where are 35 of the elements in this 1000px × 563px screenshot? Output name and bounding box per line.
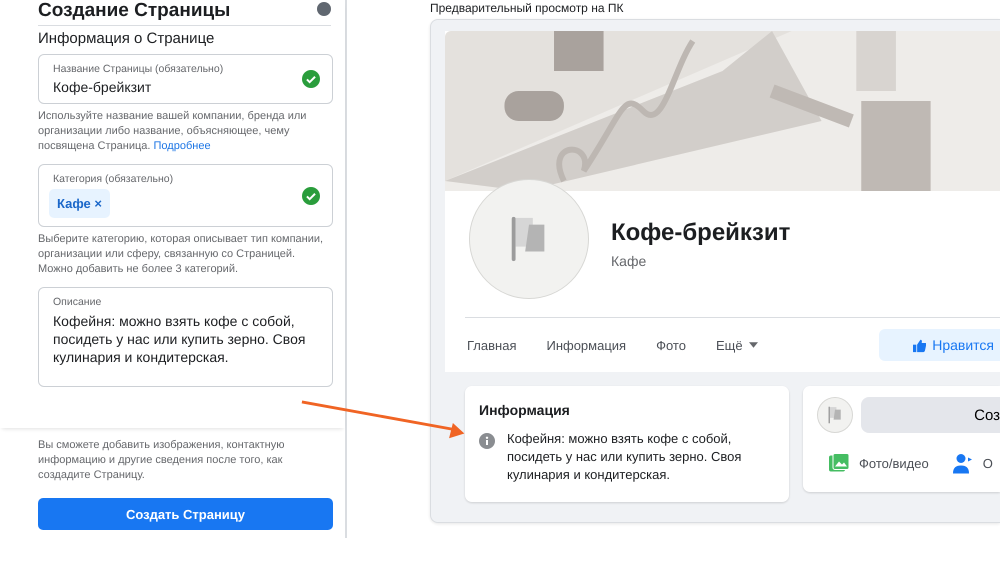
create-page-button[interactable]: Создать Страницу: [38, 498, 333, 530]
field-value: Кофе-брейкзит: [53, 79, 152, 95]
hint-text: Используйте название вашей компании, бренда или организации либо название, объясняющее, чему посвящена Страница. Подробнее: [38, 109, 308, 154]
form-title: Создание Страницы: [38, 1, 232, 21]
info-card-title: Информация: [479, 402, 571, 418]
help-icon[interactable]: [317, 2, 331, 16]
page-tab[interactable]: Информация: [546, 332, 626, 358]
create-post-button[interactable]: Соз: [861, 397, 1000, 433]
page-tab[interactable]: Фото: [656, 332, 686, 358]
composer-action[interactable]: Фото/видео: [829, 453, 929, 474]
flag-icon: [827, 406, 843, 424]
thumbs-up-icon: [913, 338, 926, 352]
field-label: Название Страницы (обязательно): [53, 63, 224, 75]
page-tab[interactable]: Ещё: [716, 332, 758, 358]
description-field[interactable]: Описание Кофейня: можно взять кофе с собой, посидеть у нас или купить зерно. Своя кулинария и кондитерская.: [38, 287, 333, 387]
field-label: Категория (обязательно): [53, 173, 174, 185]
page-category: Кафе: [611, 253, 648, 269]
field-value: Кофейня: можно взять кофе с собой, посидеть у нас или купить зерно. Своя кулинария и кондитерская.: [53, 312, 306, 366]
composer-action[interactable]: О: [952, 453, 993, 474]
person-icon: [952, 453, 973, 474]
page-name: Кофе-брейкзит: [611, 219, 790, 247]
section-heading: Информация о Странице: [38, 30, 216, 47]
like-button[interactable]: Нравится: [879, 329, 1000, 361]
info-text: Кофейня: можно взять кофе с собой, посидеть у нас или купить зерно. Своя кулинария и кондитерская.: [507, 430, 742, 484]
category-field[interactable]: Категория (обязательно) Кафе ×: [38, 164, 333, 227]
preview-heading: Предварительный просмотр на ПК: [430, 1, 624, 15]
photo-icon: [829, 453, 849, 474]
page-name-field[interactable]: Название Страницы (обязательно) Кофе-брейкзит: [38, 54, 333, 104]
hint-text: Выберите категорию, которая описывает тип компании, организации или сферу, связанную со Страницей. Можно добавить не более 3 категорий.: [38, 232, 324, 277]
info-icon: [479, 433, 495, 449]
page-tab[interactable]: Главная: [467, 332, 516, 358]
field-label: Описание: [53, 296, 102, 308]
learn-more-link[interactable]: Подробнее: [154, 140, 211, 152]
category-chip[interactable]: Кафе ×: [49, 189, 110, 218]
footnote-text: Вы сможете добавить изображения, контактную информацию и другие сведения после того, как создадите Страницу.: [38, 438, 286, 483]
